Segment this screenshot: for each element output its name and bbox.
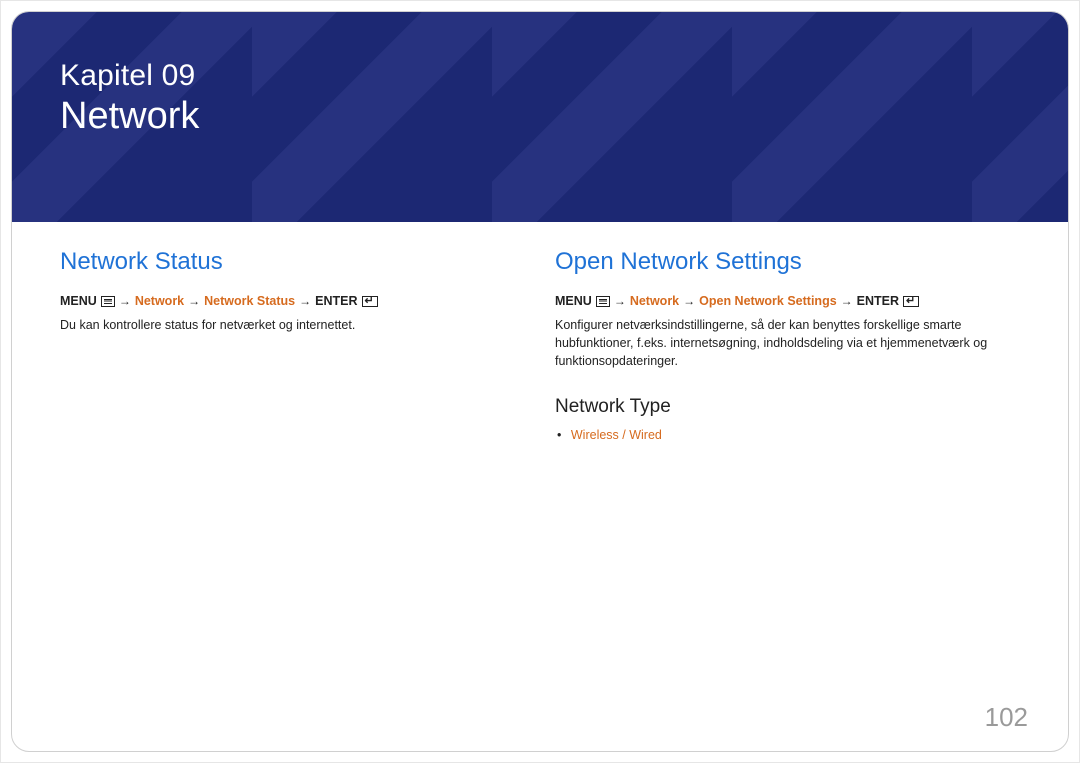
nav-path-network-status: MENU → Network → Network Status → ENTER xyxy=(60,294,525,308)
nav-item-network-status: Network Status xyxy=(204,294,295,308)
nav-path-open-network-settings: MENU → Network → Open Network Settings →… xyxy=(555,294,1020,308)
chapter-number: Kapitel 09 xyxy=(60,57,1020,95)
document-page: Kapitel 09 Network Network Status MENU →… xyxy=(0,0,1080,763)
enter-icon xyxy=(903,296,919,307)
nav-menu-label: MENU xyxy=(555,294,592,308)
nav-item-network: Network xyxy=(630,294,679,308)
option-separator: / xyxy=(619,428,629,442)
nav-item-network: Network xyxy=(135,294,184,308)
nav-enter-label: ENTER xyxy=(857,294,899,308)
page-number: 102 xyxy=(985,702,1028,733)
nav-menu-label: MENU xyxy=(60,294,97,308)
enter-icon xyxy=(362,296,378,307)
arrow-icon: → xyxy=(299,294,311,308)
content-columns: Network Status MENU → Network → Network … xyxy=(12,222,1068,442)
option-wired: Wired xyxy=(629,428,662,442)
right-column: Open Network Settings MENU → Network → O… xyxy=(555,248,1020,442)
option-wireless: Wireless xyxy=(571,428,619,442)
network-type-options: Wireless / Wired xyxy=(569,428,1020,442)
arrow-icon: → xyxy=(188,294,200,308)
nav-item-open-network-settings: Open Network Settings xyxy=(699,294,837,308)
nav-enter-label: ENTER xyxy=(315,294,357,308)
subsection-heading-network-type: Network Type xyxy=(555,396,1020,418)
menu-icon xyxy=(101,296,115,307)
open-network-settings-description: Konfigurer netværksindstillingerne, så d… xyxy=(555,316,1020,370)
chapter-banner: Kapitel 09 Network xyxy=(12,12,1068,222)
section-heading-network-status: Network Status xyxy=(60,248,525,276)
arrow-icon: → xyxy=(683,294,695,308)
arrow-icon: → xyxy=(614,294,626,308)
arrow-icon: → xyxy=(841,294,853,308)
menu-icon xyxy=(596,296,610,307)
arrow-icon: → xyxy=(119,294,131,308)
chapter-title: Network xyxy=(60,95,1020,139)
page-inner: Kapitel 09 Network Network Status MENU →… xyxy=(11,11,1069,752)
left-column: Network Status MENU → Network → Network … xyxy=(60,248,525,442)
section-heading-open-network-settings: Open Network Settings xyxy=(555,248,1020,276)
network-status-description: Du kan kontrollere status for netværket … xyxy=(60,316,525,334)
